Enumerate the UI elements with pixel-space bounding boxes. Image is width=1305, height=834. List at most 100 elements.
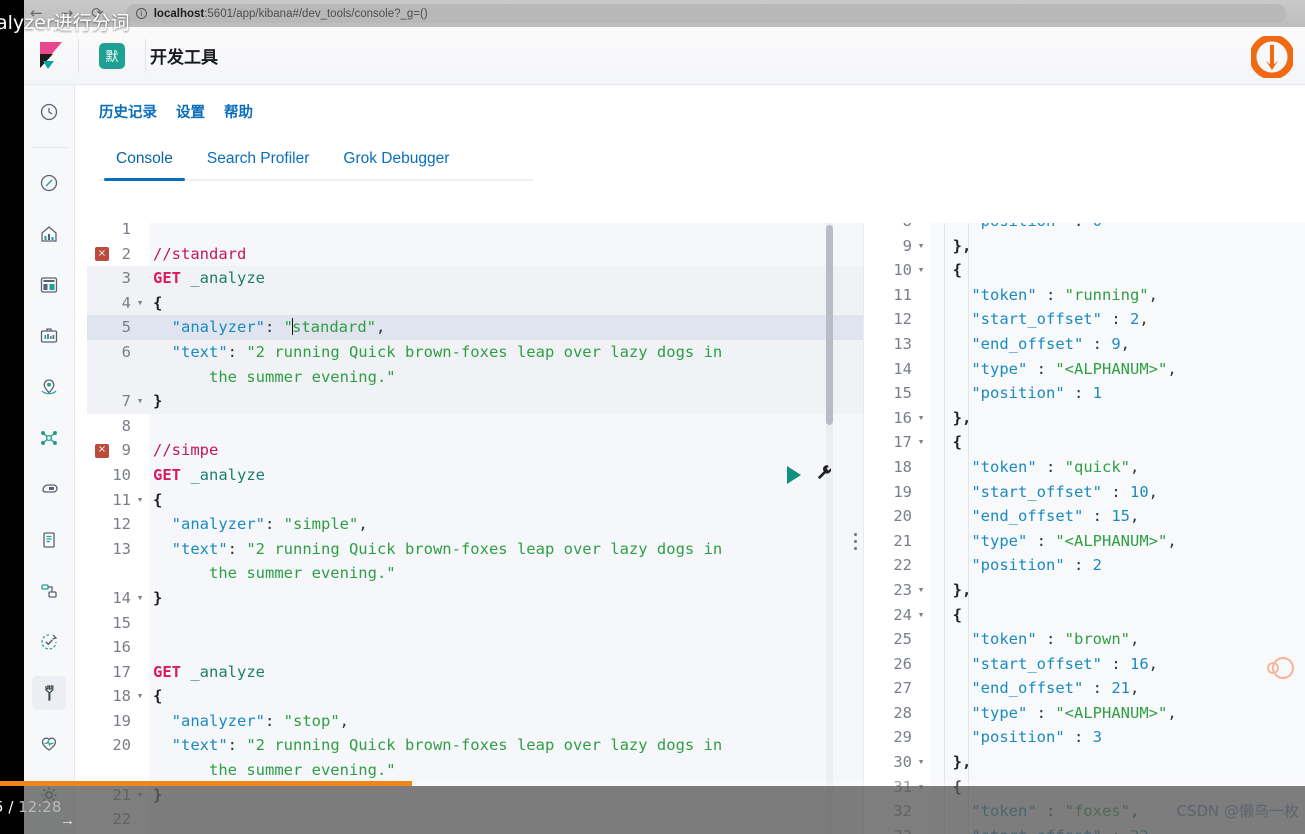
address-bar[interactable]: i localhost :5601/app/kibana#/dev_tools/…	[125, 4, 1286, 23]
sidebar-item-discover[interactable]	[32, 166, 66, 200]
editor-scrollbar-thumb[interactable]	[826, 225, 833, 425]
code-token: :	[1064, 384, 1093, 403]
wrench-icon[interactable]	[815, 463, 834, 487]
code-token: standard"	[292, 318, 376, 337]
code-line: 26 "start_offset" : 16,	[864, 652, 1305, 677]
fold-toggle-icon[interactable]: ▾	[912, 258, 930, 283]
code-token: },	[934, 753, 972, 772]
request-editor[interactable]: 1 × 2//standard 3 GET _analyze 4 ▾{5 "analyzer…	[87, 223, 863, 834]
code-token: the summer evening."	[153, 367, 396, 386]
code-line: 13 "text": "2 running Quick brown-foxes …	[87, 537, 863, 562]
code-token: "2 running Quick brown-foxes leap over l…	[246, 736, 723, 755]
code-token: 10	[1129, 482, 1149, 501]
code-line: 20 "end_offset" : 15,	[864, 504, 1305, 529]
video-next-arrow-icon[interactable]: →	[60, 812, 75, 829]
line-number: 1	[121, 223, 131, 238]
code-text: "position" : 1	[930, 381, 1102, 406]
line-number: 14	[893, 359, 912, 378]
tab-grok-debugger[interactable]: Grok Debugger	[326, 142, 466, 179]
code-token: 1	[1092, 384, 1102, 403]
code-token: ,	[1148, 482, 1158, 501]
code-text: the summer evening."	[149, 561, 396, 586]
code-line: 12 "start_offset" : 2,	[864, 307, 1305, 332]
fold-toggle-icon[interactable]: ▾	[131, 291, 149, 316]
code-token: :	[1101, 654, 1130, 673]
fold-toggle-icon[interactable]: ▾	[912, 603, 930, 628]
sidebar-item-canvas[interactable]	[32, 319, 66, 353]
sidebar-item-graph[interactable]	[32, 421, 66, 455]
info-circle-icon[interactable]: i	[135, 8, 147, 19]
code-token: :	[1027, 359, 1056, 378]
code-text: GET _analyze	[149, 660, 265, 685]
sidebar-item-machine-learning[interactable]	[32, 472, 66, 506]
code-token: 9	[1111, 334, 1121, 353]
wrench-shape	[817, 465, 831, 480]
line-number: 26	[893, 654, 912, 673]
code-text: "end_offset" : 21,	[930, 676, 1139, 701]
fold-toggle-icon[interactable]: ▾	[912, 234, 930, 259]
code-line: 18 "token" : "quick",	[864, 455, 1305, 480]
response-viewer[interactable]: 8 "position" : 09▾ },10▾ {11 "token" : "…	[863, 223, 1305, 834]
fold-toggle-icon[interactable]: ▾	[912, 750, 930, 775]
header-divider	[78, 38, 79, 73]
code-token: ,	[1167, 531, 1177, 550]
code-text: {	[149, 684, 162, 709]
code-token: "text"	[153, 736, 228, 755]
fold-toggle-icon[interactable]: ▾	[131, 389, 149, 414]
code-text: },	[930, 234, 972, 259]
sidebar-item-recent[interactable]	[32, 95, 66, 129]
code-line: 8 "position" : 0	[864, 223, 1305, 234]
code-token: "type"	[934, 703, 1028, 722]
history-link[interactable]: 历史记录	[99, 101, 157, 122]
sidebar-item-dev-tools[interactable]	[32, 676, 66, 710]
sidebar-item-monitoring[interactable]	[32, 727, 66, 761]
code-token: :	[1101, 482, 1130, 501]
editor-code-area[interactable]: 1 × 2//standard 3 GET _analyze 4 ▾{5 "analyzer…	[87, 223, 863, 834]
video-progress-fill[interactable]	[0, 781, 412, 786]
code-text: "position" : 0	[930, 223, 1102, 234]
code-text: "start_offset" : 10,	[930, 480, 1158, 505]
line-number: 2	[121, 244, 131, 263]
code-text: "start_offset" : 16,	[930, 652, 1158, 677]
kibana-logo-icon[interactable]	[24, 42, 78, 69]
code-token: ,	[339, 711, 349, 730]
orange-circle-logo-icon[interactable]	[1249, 34, 1295, 80]
code-text: GET _analyze	[149, 266, 265, 291]
tab-console[interactable]: Console	[99, 142, 190, 181]
help-link[interactable]: 帮助	[224, 101, 253, 122]
fold-toggle-icon[interactable]: ▾	[131, 684, 149, 709]
fold-toggle-icon[interactable]: ▾	[131, 488, 149, 513]
fold-toggle-icon[interactable]: ▾	[131, 586, 149, 611]
code-line: 15	[87, 611, 863, 636]
code-line: 6 "text": "2 running Quick brown-foxes l…	[87, 339, 863, 365]
space-avatar[interactable]: 默	[99, 42, 125, 69]
fold-toggle-icon[interactable]: ▾	[912, 578, 930, 603]
logs-scroll-icon	[43, 532, 55, 548]
sidebar-item-visualize[interactable]	[32, 217, 66, 251]
code-token: "2 running Quick brown-foxes leap over l…	[246, 342, 723, 361]
play-triangle-icon[interactable]	[787, 466, 801, 484]
code-token: :	[1083, 507, 1112, 526]
sidebar-item-logs[interactable]	[32, 523, 66, 557]
code-token: :	[264, 318, 284, 337]
code-text: "text": "2 running Quick brown-foxes lea…	[149, 340, 723, 365]
code-text: "position" : 2	[930, 553, 1102, 578]
code-token: "end_offset"	[934, 507, 1084, 526]
fold-toggle-icon[interactable]: ▾	[912, 406, 930, 431]
pane-resize-handle[interactable]	[854, 533, 857, 550]
fold-toggle-icon[interactable]: ▾	[912, 430, 930, 455]
code-token: "type"	[934, 359, 1028, 378]
sidebar-item-maps[interactable]	[32, 370, 66, 404]
sidebar-item-uptime[interactable]	[32, 625, 66, 659]
uptime-check-icon	[41, 634, 58, 650]
line-number: 21	[893, 531, 912, 550]
sidebar-item-dashboard[interactable]	[32, 268, 66, 302]
code-token: "start_offset"	[934, 310, 1102, 329]
video-player-bar[interactable]	[24, 786, 1305, 834]
sidebar-item-apm[interactable]	[32, 574, 66, 608]
code-token: :	[1083, 334, 1112, 353]
code-line: 21 "type" : "<ALPHANUM>",	[864, 529, 1305, 554]
settings-link[interactable]: 设置	[176, 101, 205, 122]
code-token: },	[934, 236, 972, 255]
tab-search-profiler[interactable]: Search Profiler	[190, 142, 327, 179]
